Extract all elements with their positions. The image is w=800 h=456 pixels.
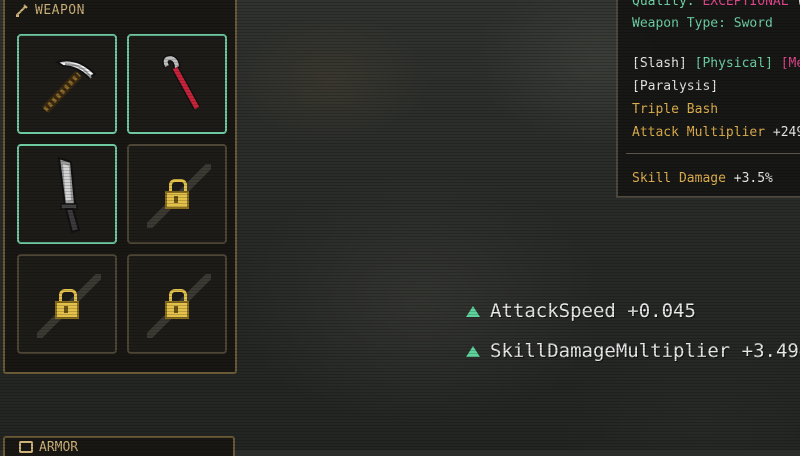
damage-tags-row: [Slash] [Physical] [Melee — [632, 52, 800, 75]
sword-icon — [16, 4, 28, 17]
weapon-panel-title: WEAPON — [35, 2, 85, 18]
quality-value: EXCEPTIONAL — [702, 0, 789, 9]
weapon-slot-pickaxe[interactable] — [17, 34, 117, 134]
weapon-slot-locked[interactable] — [127, 144, 227, 244]
up-arrow-icon — [466, 345, 480, 357]
tag-melee: [Melee — [780, 56, 800, 71]
lock-icon — [164, 289, 190, 319]
up-arrow-icon — [466, 305, 480, 317]
weapon-type: Weapon Type: Sword — [632, 16, 773, 31]
attack-multiplier-value: +249% — [772, 125, 800, 140]
machete-icon — [57, 156, 81, 234]
lock-icon — [54, 289, 80, 319]
armor-panel-title: ARMOR — [39, 439, 79, 455]
stat-gain-label: SkillDamageMultiplier +3.494% — [490, 340, 800, 362]
weapon-slot-grid — [17, 34, 227, 354]
attack-multiplier-label: Attack Multiplier — [632, 125, 766, 140]
tooltip-divider — [626, 153, 800, 154]
skill-damage-label: Skill Damage — [632, 171, 726, 186]
weapon-slot-locked[interactable] — [127, 254, 227, 354]
crowbar-icon — [162, 54, 201, 110]
quality-label: Quality: — [632, 0, 695, 9]
stat-gain-attack-speed: AttackSpeed +0.045 — [466, 300, 696, 322]
armor-panel-header[interactable]: ARMOR — [3, 436, 235, 456]
skill-damage-row: Skill Damage +3.5% — [632, 167, 773, 190]
tag-physical: [Physical] — [694, 56, 773, 71]
skill-name: Triple Bash — [632, 102, 719, 117]
item-tooltip: Quality: EXCEPTIONAL (0 Weapon Type: Swo… — [616, 0, 800, 198]
skill-damage-value: +3.5% — [733, 171, 773, 186]
armor-icon — [19, 441, 33, 453]
weapon-slot-crowbar[interactable] — [127, 34, 227, 134]
tag-paralysis: [Paralysis] — [632, 79, 719, 94]
weapon-slot-locked[interactable] — [17, 254, 117, 354]
weapon-panel: WEAPON — [3, 0, 237, 374]
tag-slash: [Slash] — [632, 56, 687, 71]
weapon-panel-header: WEAPON — [5, 0, 235, 22]
lock-icon — [164, 179, 190, 209]
weapon-slot-machete[interactable] — [17, 144, 117, 244]
stat-gain-skill-damage: SkillDamageMultiplier +3.494% — [466, 340, 800, 362]
attack-multiplier-row: Attack Multiplier +249% — [632, 121, 800, 144]
quality-suffix: (0 — [796, 0, 800, 9]
stat-gain-label: AttackSpeed +0.045 — [490, 300, 696, 322]
pickaxe-icon — [41, 59, 97, 114]
